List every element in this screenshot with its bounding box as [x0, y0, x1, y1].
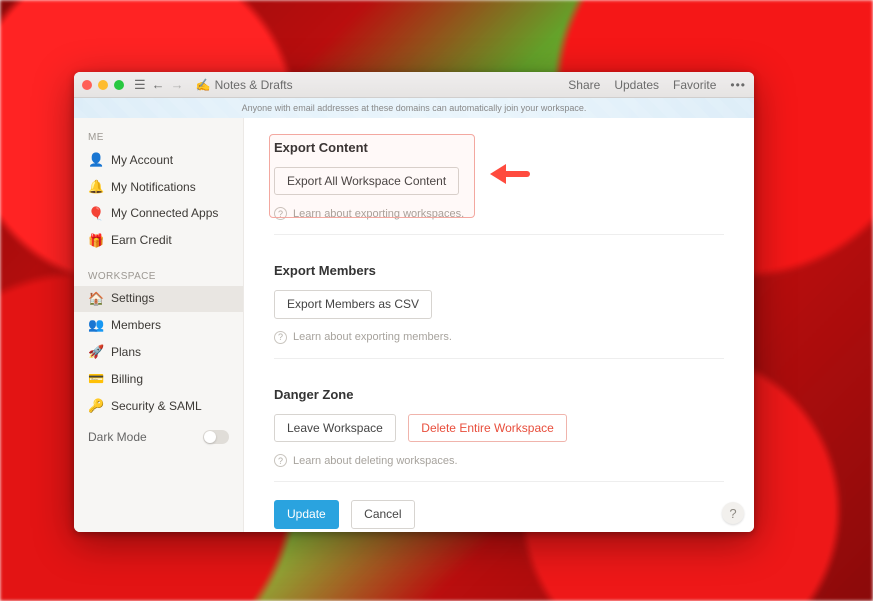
settings-panel: Export Content Export All Workspace Cont… — [244, 118, 754, 532]
question-icon: ? — [274, 331, 287, 344]
sidebar-item-label: Billing — [111, 372, 143, 388]
more-menu-button[interactable]: ••• — [730, 78, 746, 92]
settings-sidebar: ME 👤 My Account 🔔 My Notifications 🎈 My … — [74, 118, 244, 532]
house-icon: 🏠 — [88, 291, 103, 308]
section-title: Export Content — [274, 140, 724, 155]
titlebar: ☰ ← → ✍️ Notes & Drafts Share Updates Fa… — [74, 72, 754, 98]
export-members-csv-button[interactable]: Export Members as CSV — [274, 290, 432, 318]
sidebar-item-label: Settings — [111, 291, 154, 307]
sidebar-item-label: Security & SAML — [111, 399, 202, 415]
titlebar-actions: Share Updates Favorite ••• — [568, 78, 746, 92]
help-text: Learn about exporting workspaces. — [293, 208, 464, 220]
question-icon: ? — [274, 454, 287, 467]
section-title: Export Members — [274, 263, 724, 278]
dark-mode-toggle[interactable] — [203, 430, 229, 444]
sidebar-item-my-account[interactable]: 👤 My Account — [74, 147, 243, 174]
sidebar-group-workspace-label: WORKSPACE — [74, 263, 243, 286]
export-all-content-button[interactable]: Export All Workspace Content — [274, 167, 459, 195]
help-delete-workspace[interactable]: ? Learn about deleting workspaces. — [274, 454, 724, 467]
dark-mode-label: Dark Mode — [88, 430, 147, 444]
domain-join-hint: Anyone with email addresses at these dom… — [74, 98, 754, 118]
sidebar-item-label: Members — [111, 318, 161, 334]
favorite-button[interactable]: Favorite — [673, 78, 716, 92]
help-export-content[interactable]: ? Learn about exporting workspaces. — [274, 207, 724, 220]
sidebar-toggle-icon[interactable]: ☰ — [134, 77, 146, 93]
window-traffic-lights[interactable] — [82, 80, 124, 90]
key-icon: 🔑 — [88, 398, 103, 415]
rocket-icon: 🚀 — [88, 344, 103, 361]
minimize-window-button[interactable] — [98, 80, 108, 90]
workspace-cover-strip: Anyone with email addresses at these dom… — [74, 98, 754, 118]
close-window-button[interactable] — [82, 80, 92, 90]
footer-actions: Update Cancel — [274, 482, 724, 532]
sidebar-item-settings[interactable]: 🏠 Settings — [74, 286, 243, 313]
doc-emoji-icon: ✍️ — [196, 78, 211, 92]
sidebar-item-label: Earn Credit — [111, 233, 172, 249]
update-button[interactable]: Update — [274, 500, 339, 528]
doc-title: Notes & Drafts — [215, 78, 293, 92]
bell-icon: 🔔 — [88, 179, 103, 196]
sidebar-item-label: My Account — [111, 153, 173, 169]
question-icon: ? — [274, 207, 287, 220]
delete-workspace-button[interactable]: Delete Entire Workspace — [408, 414, 567, 442]
sidebar-item-security[interactable]: 🔑 Security & SAML — [74, 393, 243, 420]
sidebar-item-plans[interactable]: 🚀 Plans — [74, 339, 243, 366]
help-fab-button[interactable]: ? — [722, 502, 744, 524]
forward-icon[interactable]: → — [171, 77, 184, 92]
zoom-window-button[interactable] — [114, 80, 124, 90]
sidebar-item-label: My Notifications — [111, 180, 196, 196]
sidebar-item-my-notifications[interactable]: 🔔 My Notifications — [74, 174, 243, 201]
help-text: Learn about exporting members. — [293, 331, 452, 343]
sidebar-item-billing[interactable]: 💳 Billing — [74, 366, 243, 393]
section-export-members: Export Members Export Members as CSV ? L… — [274, 241, 724, 358]
people-icon: 👥 — [88, 317, 103, 334]
section-export-content: Export Content Export All Workspace Cont… — [274, 118, 724, 235]
sidebar-group-me-label: ME — [74, 124, 243, 147]
sidebar-item-members[interactable]: 👥 Members — [74, 312, 243, 339]
help-export-members[interactable]: ? Learn about exporting members. — [274, 331, 724, 344]
updates-button[interactable]: Updates — [614, 78, 659, 92]
sidebar-item-connected-apps[interactable]: 🎈 My Connected Apps — [74, 201, 243, 228]
sidebar-item-earn-credit[interactable]: 🎁 Earn Credit — [74, 228, 243, 255]
sidebar-item-label: Plans — [111, 345, 141, 361]
help-text: Learn about deleting workspaces. — [293, 455, 458, 467]
titlebar-nav: ☰ ← → — [134, 77, 184, 93]
sidebar-item-label: My Connected Apps — [111, 206, 218, 222]
share-button[interactable]: Share — [568, 78, 600, 92]
dark-mode-row: Dark Mode — [74, 420, 243, 444]
cancel-button[interactable]: Cancel — [351, 500, 414, 528]
app-window: ☰ ← → ✍️ Notes & Drafts Share Updates Fa… — [74, 72, 754, 532]
user-icon: 👤 — [88, 152, 103, 169]
section-title: Danger Zone — [274, 387, 724, 402]
section-danger-zone: Danger Zone Leave Workspace Delete Entir… — [274, 365, 724, 482]
gift-icon: 🎁 — [88, 233, 103, 250]
card-icon: 💳 — [88, 371, 103, 388]
leave-workspace-button[interactable]: Leave Workspace — [274, 414, 396, 442]
back-icon[interactable]: ← — [152, 77, 165, 92]
balloon-icon: 🎈 — [88, 206, 103, 223]
